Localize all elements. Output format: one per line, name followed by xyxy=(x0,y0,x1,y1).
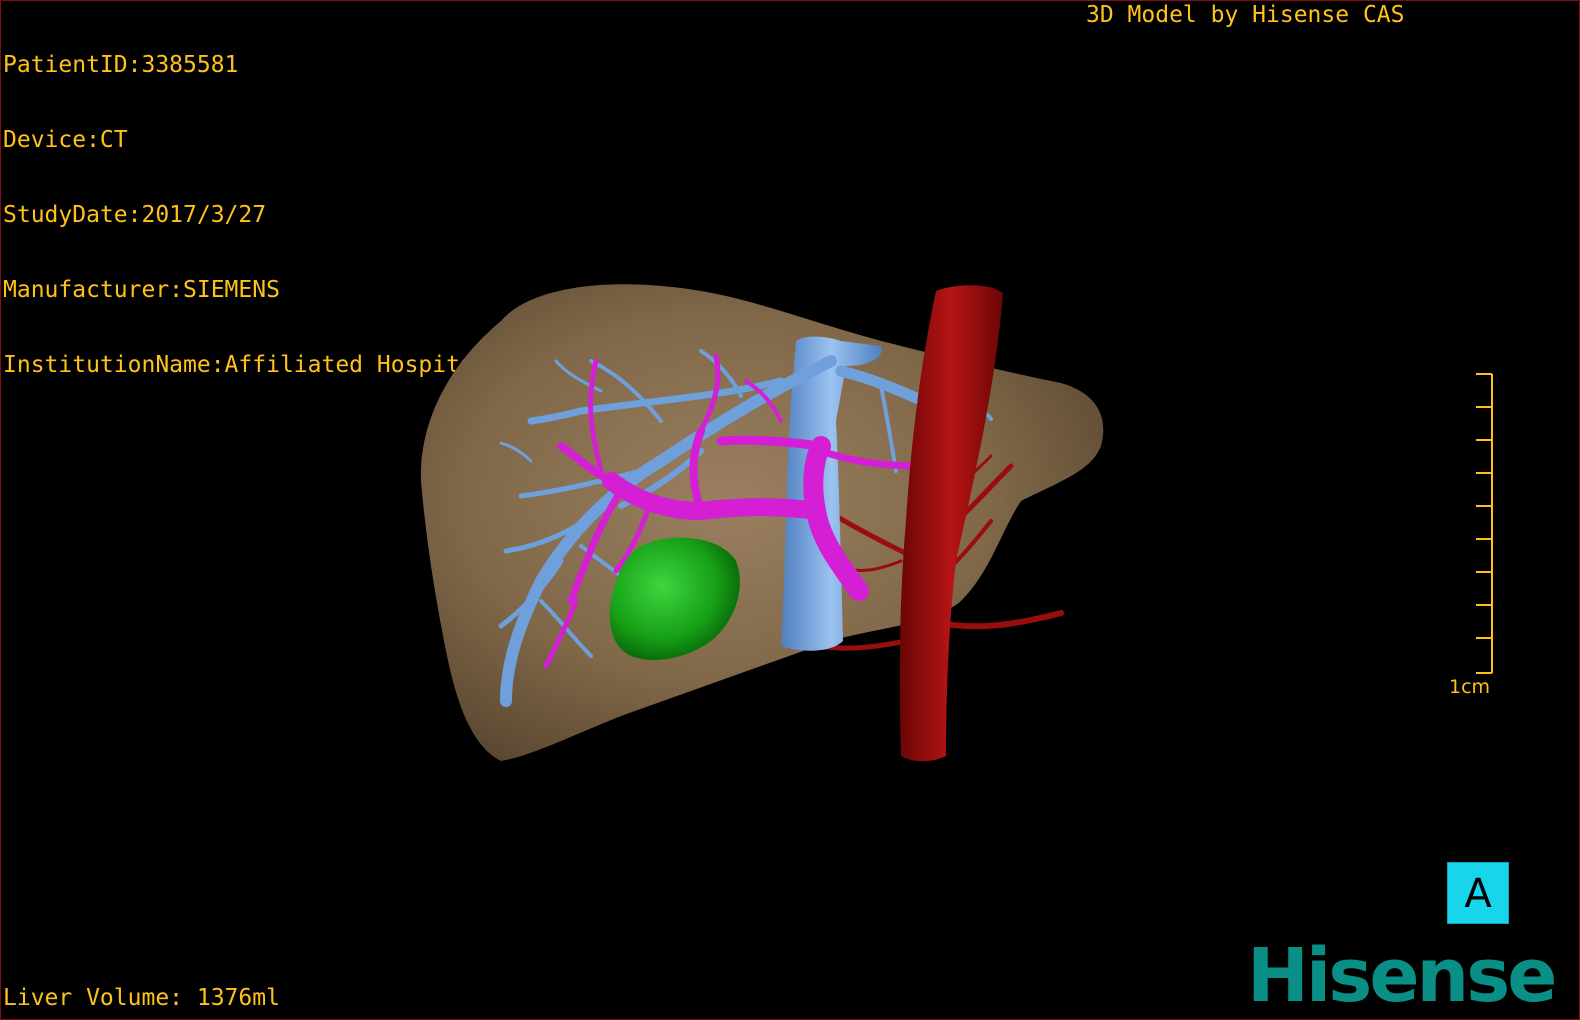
scale-bar xyxy=(1476,373,1493,674)
scale-bar-label: 1cm xyxy=(1449,676,1491,698)
orientation-marker[interactable]: A xyxy=(1447,862,1509,924)
liver-3d-model[interactable] xyxy=(1,1,1580,1020)
hisense-logo: Hisense xyxy=(1247,933,1557,1019)
liver-surface xyxy=(420,284,1104,761)
liver-volume-text: Liver Volume: 1376ml xyxy=(3,985,280,1011)
3d-viewport[interactable]: PatientID:3385581 Device:CT StudyDate:20… xyxy=(0,0,1580,1020)
